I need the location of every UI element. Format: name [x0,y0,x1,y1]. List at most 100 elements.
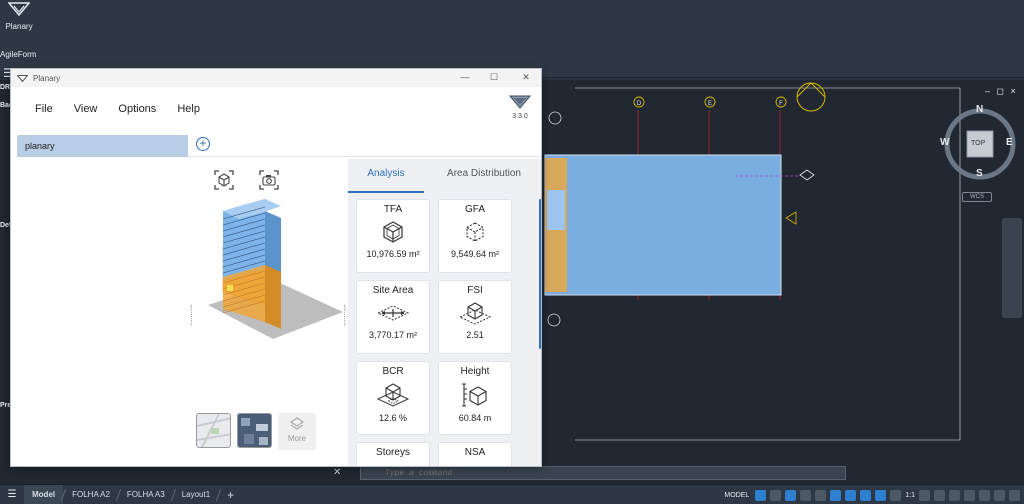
add-icon[interactable] [934,489,945,501]
ribbon-tab-agileform[interactable]: AgileForm [0,50,36,59]
layout-tab-folha-a3[interactable]: FOLHA A3 [119,485,173,504]
cube-view-icon[interactable] [213,169,235,191]
planary-logo-icon [508,95,532,109]
metric-label: NSA [464,447,486,458]
layout-menu-icon[interactable]: ☰ [0,489,24,500]
planary-launcher-button[interactable]: Planary [2,2,36,31]
metric-label: TFA [383,204,403,215]
layers-icon [289,417,305,430]
customization-menu-icon[interactable] [1009,489,1020,501]
annotation-scale-icon[interactable] [890,489,902,501]
viewport-window-controls[interactable]: – ◻ × [985,86,1018,97]
wcs-dropdown[interactable]: WCS [962,192,992,202]
window-title: Planary [33,73,61,83]
tab-analysis[interactable]: Analysis [348,159,424,193]
cube-outline-icon [383,221,403,243]
grid-bubble-e: E [704,96,716,108]
snap-toggle-icon[interactable] [770,489,782,501]
command-input[interactable] [361,468,845,478]
minimize-button[interactable]: — [458,72,472,82]
menu-bar: File View Options Help 3.3.0 [11,87,541,131]
lineweight-toggle-icon[interactable] [860,489,872,501]
object-snap-toggle-icon[interactable] [830,489,842,501]
clean-screen-icon[interactable] [994,489,1005,501]
object-snap-3d-icon[interactable] [845,489,857,501]
analysis-panel: Analysis Area Distribution TFA 10,976.59… [348,159,541,466]
grid-bubble-d: D [633,96,645,108]
divider [188,156,541,157]
camera-icon[interactable] [258,169,280,191]
metric-value: 3,770.17 m² [368,330,418,340]
grid-toggle-icon[interactable] [755,489,767,501]
more-layers-button[interactable]: More [278,413,316,450]
ortho-toggle-icon[interactable] [785,489,797,501]
viewer-splitter[interactable] [191,305,193,325]
metric-card-site-area: Site Area 3,770.17 m² [356,280,430,354]
analysis-scrollbar[interactable] [539,199,541,349]
isolate-objects-icon[interactable] [964,489,975,501]
svg-text:E: E [708,101,712,107]
isodraft-icon[interactable] [815,489,827,501]
planary-logo-icon [17,74,28,82]
dashed-cube-icon [466,222,484,242]
metric-card-nsa: NSA [438,442,512,466]
menu-help[interactable]: Help [177,103,200,115]
basemap-satellite-thumbnail[interactable] [237,413,272,448]
hardware-acceleration-icon[interactable] [979,489,990,501]
title-bar[interactable]: Planary — ☐ ✕ [11,69,541,87]
project-item-planary[interactable]: planary [17,135,188,157]
planary-window: Planary — ☐ ✕ File View Options Help 3.3… [10,68,542,467]
height-icon [462,383,487,407]
basemap-map-thumbnail[interactable] [196,413,231,448]
panel-splitter[interactable] [344,305,346,325]
metric-label: Height [460,366,490,377]
version-text: 3.3.0 [512,113,528,120]
viewcube-top-face[interactable]: TOP [971,140,985,147]
annotation-visibility-icon[interactable] [875,489,887,501]
annotation-scale[interactable]: 1:1 [905,492,915,499]
tab-area-distribution[interactable]: Area Distribution [434,159,534,193]
command-line[interactable] [360,466,846,480]
layout-tab-layout1[interactable]: Layout1 [174,485,218,504]
viewcube-west[interactable]: W [940,137,949,148]
cad-ribbon: Planary AgileForm ☰ [0,0,1024,80]
menu-view[interactable]: View [74,103,98,115]
viewcube[interactable]: N S E W TOP [940,104,1020,184]
metric-value: 2.51 [466,330,484,340]
metric-value: 10,976.59 m² [366,249,420,259]
planary-logo-icon [7,2,31,17]
metric-label: GFA [464,204,485,215]
analysis-tabs: Analysis Area Distribution [348,159,541,193]
svg-text:D: D [637,101,642,107]
viewcube-south[interactable]: S [976,168,983,179]
metric-value: 9,549.64 m² [450,249,500,259]
polar-toggle-icon[interactable] [800,489,812,501]
workspace-gear-icon[interactable] [919,489,930,501]
layout-tab-folha-a2[interactable]: FOLHA A2 [64,485,118,504]
layout-tab-model[interactable]: Model [24,484,64,504]
metric-card-height: Height 60.84 m [438,361,512,435]
metric-label: FSI [467,285,483,296]
metric-card-tfa: TFA 10,976.59 m² [356,199,430,273]
version-badge: 3.3.0 [508,95,532,120]
navigation-bar[interactable] [1002,218,1022,318]
menu-file[interactable]: File [35,103,53,115]
menu-options[interactable]: Options [118,103,156,115]
add-layout-icon[interactable]: + [219,485,242,504]
viewcube-north[interactable]: N [976,104,983,115]
building-3d-preview [208,199,343,339]
close-button[interactable]: ✕ [519,72,533,83]
units-icon[interactable] [949,489,960,501]
metric-label: Site Area [372,285,414,296]
grid-bubble-f: F [775,96,787,108]
model-space-toggle[interactable]: MODEL [724,492,749,499]
north-arrow-symbol [796,82,826,112]
metric-label: BCR [382,366,404,377]
metric-value: 12.6 % [378,413,408,423]
bcr-icon [376,383,410,407]
viewcube-east[interactable]: E [1006,137,1013,148]
site-area-icon [376,305,410,321]
command-close-icon[interactable]: ✕ [333,467,341,478]
add-project-button[interactable]: + [196,137,210,151]
maximize-button[interactable]: ☐ [487,72,501,83]
